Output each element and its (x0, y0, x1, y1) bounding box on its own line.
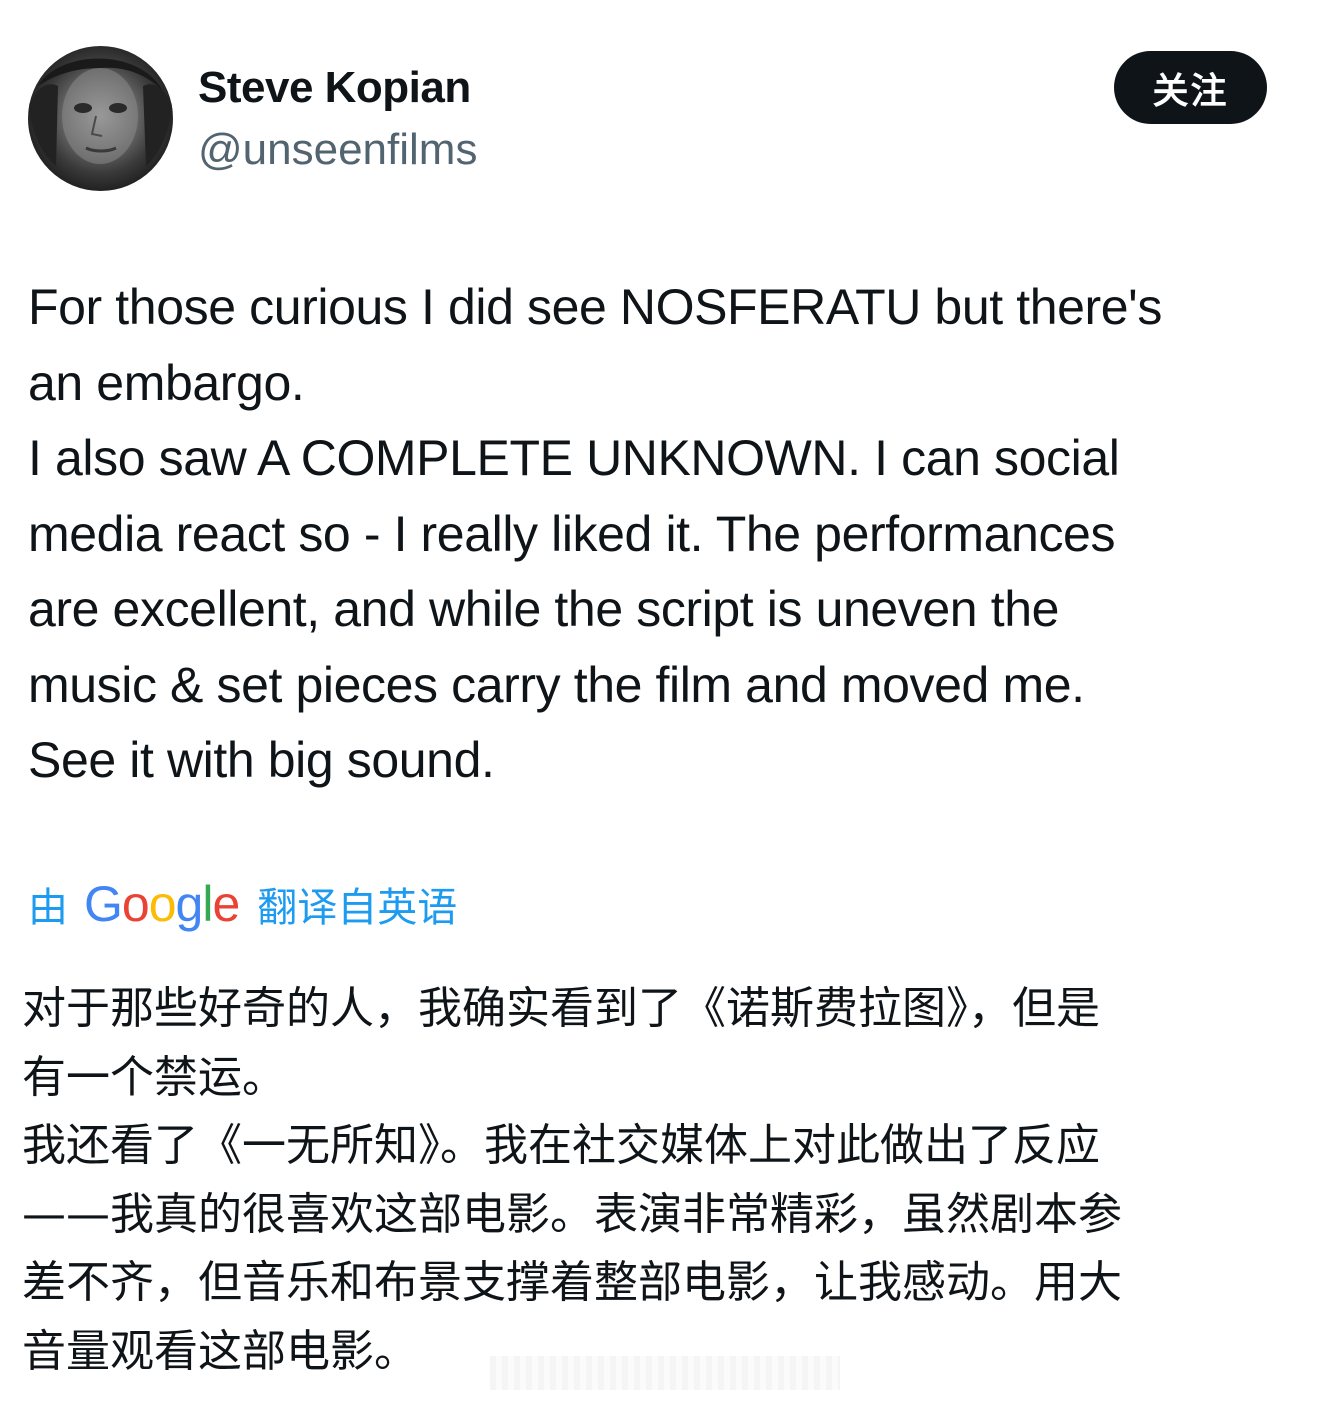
avatar[interactable] (28, 46, 173, 191)
translation-prefix: 由 (28, 886, 68, 930)
translated-text: 对于那些好奇的人，我确实看到了《诺斯费拉图》，但是 有一个禁运。 我还看了《一无… (22, 983, 1122, 1377)
tweet-text: For those curious I did see NOSFERATU bu… (28, 279, 1162, 788)
avatar-photo (28, 58, 173, 166)
author-name[interactable]: Steve Kopian (198, 62, 471, 114)
google-logo-letter: e (212, 876, 240, 932)
translation-attribution[interactable]: 由 Google 翻译自英语 (28, 872, 457, 936)
google-logo-letter: o (121, 876, 150, 932)
google-logo-letter: o (148, 876, 177, 932)
google-logo: Google (84, 874, 240, 934)
translation-source-label: 翻译自英语 (257, 886, 458, 930)
google-logo-letter: G (84, 876, 123, 932)
follow-button[interactable]: 关注 (1114, 51, 1267, 124)
google-logo-letter: g (175, 876, 204, 932)
google-logo-letter: l (202, 876, 213, 932)
watermark-fade (490, 1356, 840, 1390)
author-handle[interactable]: @unseenfilms (198, 124, 477, 176)
